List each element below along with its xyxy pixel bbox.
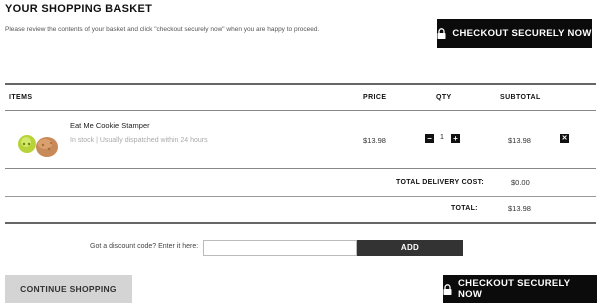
column-header-price: PRICE: [363, 94, 387, 101]
quantity-value: 1: [440, 134, 444, 141]
divider: [5, 83, 596, 85]
intro-text: Please review the contents of your baske…: [5, 26, 320, 33]
close-icon[interactable]: ✕: [560, 134, 569, 143]
product-image[interactable]: [14, 129, 58, 161]
discount-label: Got a discount code? Enter it here:: [90, 243, 199, 250]
column-header-items: ITEMS: [9, 94, 33, 101]
checkout-label: CHECKOUT SECURELY NOW: [452, 28, 592, 39]
lock-icon: [443, 283, 452, 295]
add-discount-button[interactable]: ADD: [357, 240, 463, 256]
delivery-value: $0.00: [511, 178, 530, 187]
divider: [5, 168, 596, 169]
minus-icon[interactable]: −: [425, 134, 434, 143]
checkout-button-bottom[interactable]: CHECKOUT SECURELY NOW: [443, 275, 597, 303]
item-subtotal: $13.98: [508, 136, 531, 145]
total-value: $13.98: [508, 204, 531, 213]
divider: [5, 196, 596, 197]
discount-code-input[interactable]: [203, 240, 357, 256]
total-label: TOTAL:: [451, 205, 478, 212]
item-price: $13.98: [363, 136, 386, 145]
column-header-subtotal: SUBTOTAL: [500, 94, 541, 101]
checkout-label: CHECKOUT SECURELY NOW: [458, 278, 571, 300]
delivery-label: TOTAL DELIVERY COST:: [396, 179, 485, 186]
product-name[interactable]: Eat Me Cookie Stamper: [70, 121, 150, 130]
page-title: YOUR SHOPPING BASKET: [5, 3, 153, 15]
plus-icon[interactable]: +: [451, 134, 460, 143]
column-header-qty: QTY: [436, 94, 452, 101]
checkout-button-top[interactable]: CHECKOUT SECURELY NOW: [437, 19, 592, 48]
stock-status: In stock | Usually dispatched within 24 …: [70, 137, 208, 144]
continue-shopping-button[interactable]: CONTINUE SHOPPING: [5, 275, 132, 303]
divider: [5, 222, 596, 224]
divider: [5, 110, 596, 111]
lock-icon: [437, 28, 446, 39]
